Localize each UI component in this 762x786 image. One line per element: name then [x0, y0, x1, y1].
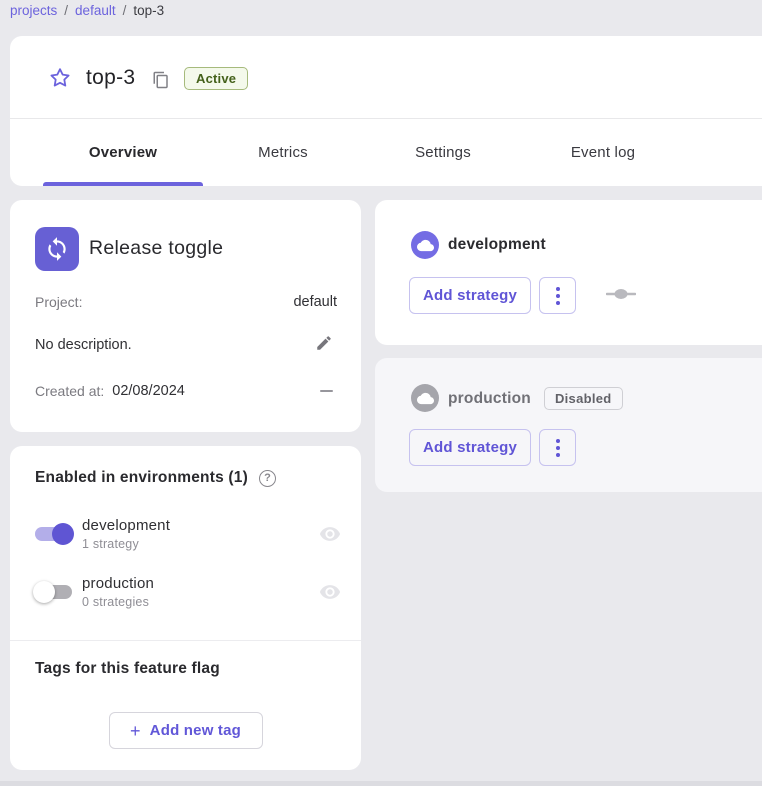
breadcrumb-link-default[interactable]: default [75, 3, 116, 18]
created-at-label: Created at: [35, 383, 104, 399]
cloud-environment-icon [411, 384, 439, 412]
add-strategy-button[interactable]: Add strategy [409, 277, 531, 314]
collapse-details-button[interactable] [320, 390, 333, 393]
card-divider [10, 640, 361, 641]
environments-heading: Enabled in environments (1) [35, 469, 248, 487]
breadcrumb-separator: / [123, 3, 127, 18]
more-options-button[interactable] [539, 429, 576, 466]
breadcrumb-link-projects[interactable]: projects [10, 3, 57, 18]
tab-bar: Overview Metrics Settings Event log [43, 118, 683, 186]
environment-toggle-row: development 1 strategy [35, 512, 341, 556]
environments-card: Enabled in environments (1) ? developmen… [10, 446, 361, 770]
kebab-menu-icon [556, 287, 560, 291]
cloud-environment-icon [411, 231, 439, 259]
copy-icon [152, 77, 170, 92]
tab-event-log[interactable]: Event log [523, 118, 683, 186]
kebab-menu-icon [556, 439, 560, 443]
description-row: No description. [35, 334, 333, 355]
feature-header-top: top-3 Active [10, 36, 762, 118]
plus-icon: + [130, 722, 141, 740]
breadcrumb: projects / default / top-3 [10, 3, 164, 18]
strategy-indicator-icon [606, 287, 636, 305]
release-toggle-icon [35, 227, 79, 271]
minus-icon [320, 390, 333, 393]
breadcrumb-current: top-3 [133, 3, 164, 18]
visibility-eye-icon[interactable] [319, 523, 341, 545]
visibility-eye-icon[interactable] [319, 581, 341, 603]
add-new-tag-label: Add new tag [150, 722, 241, 739]
copy-name-button[interactable] [152, 71, 170, 89]
add-strategy-button[interactable]: Add strategy [409, 429, 531, 466]
development-toggle[interactable] [35, 522, 72, 546]
star-icon [48, 78, 72, 93]
project-value: default [293, 294, 337, 310]
tab-overview[interactable]: Overview [43, 118, 203, 186]
created-at-row: Created at: 02/08/2024 [35, 383, 333, 399]
production-toggle[interactable] [35, 580, 72, 604]
environment-toggle-row: production 0 strategies [35, 570, 341, 614]
favorite-star-button[interactable] [48, 66, 72, 90]
pencil-icon [315, 334, 333, 355]
development-environment-panel: development Add strategy [375, 200, 762, 345]
environment-name: development [82, 517, 170, 534]
description-text: No description. [35, 337, 132, 353]
environment-panel-name: development [448, 236, 546, 254]
project-row: Project: default [35, 294, 337, 310]
flag-details-card: Release toggle Project: default No descr… [10, 200, 361, 432]
add-new-tag-button[interactable]: + Add new tag [109, 712, 263, 749]
production-environment-panel: production Disabled Add strategy [375, 358, 762, 492]
tags-heading: Tags for this feature flag [35, 660, 220, 678]
feature-header-card: top-3 Active Overview Metrics Settings E… [10, 36, 762, 186]
breadcrumb-separator: / [64, 3, 68, 18]
edit-description-button[interactable] [315, 334, 333, 355]
more-options-button[interactable] [539, 277, 576, 314]
status-badge: Active [184, 67, 248, 90]
flag-type-label: Release toggle [89, 237, 223, 260]
active-tab-indicator [43, 182, 203, 186]
created-at-value: 02/08/2024 [112, 383, 185, 399]
environment-strategy-count: 0 strategies [82, 595, 154, 609]
project-label: Project: [35, 294, 82, 310]
next-section-edge [0, 781, 762, 786]
page-title: top-3 [86, 66, 135, 90]
help-icon[interactable]: ? [259, 470, 276, 487]
environment-strategy-count: 1 strategy [82, 537, 170, 551]
environment-name: production [82, 575, 154, 592]
disabled-badge: Disabled [544, 387, 623, 410]
tab-settings[interactable]: Settings [363, 118, 523, 186]
tab-metrics[interactable]: Metrics [203, 118, 363, 186]
environment-panel-name: production [448, 390, 531, 408]
